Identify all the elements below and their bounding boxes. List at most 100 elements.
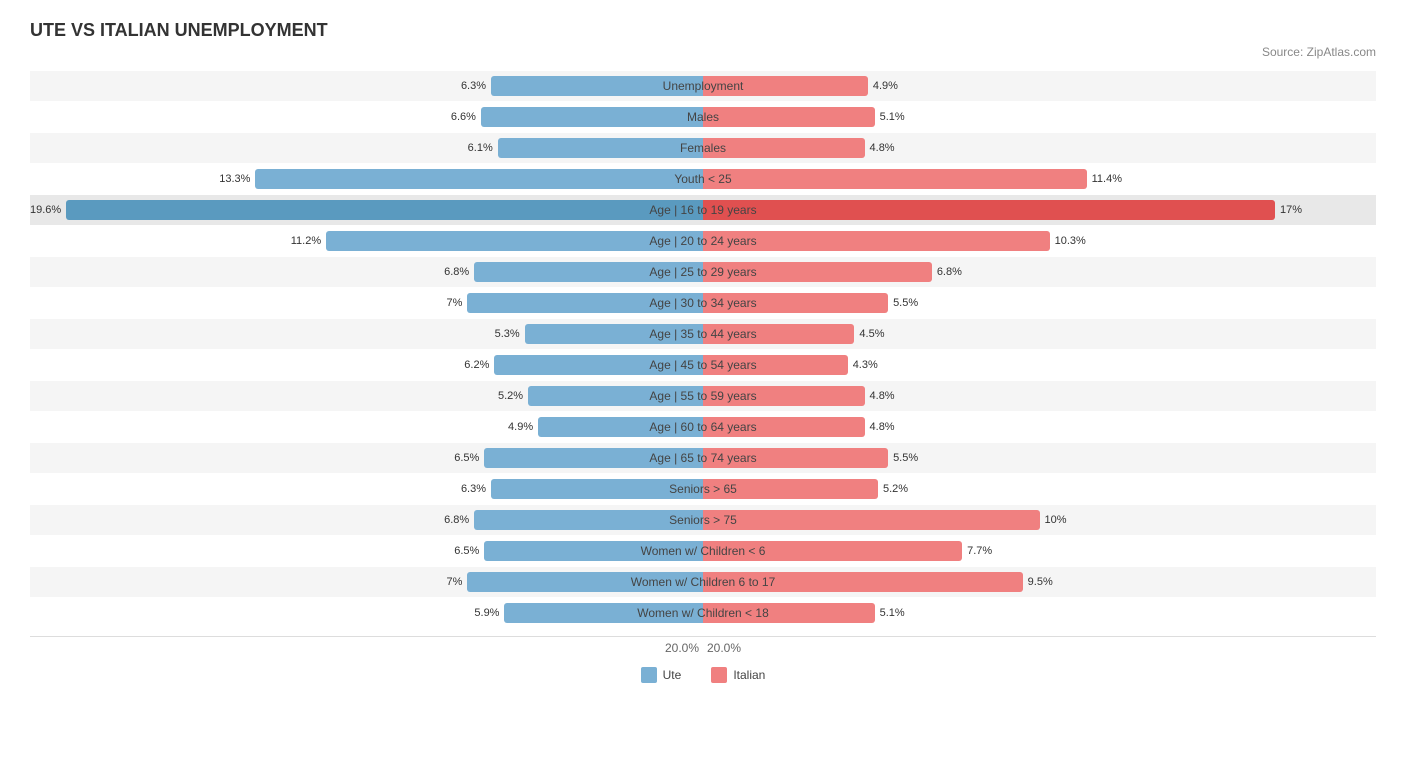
italian-bar bbox=[703, 293, 888, 313]
chart-row: 5.3% Age | 35 to 44 years 4.5% bbox=[30, 319, 1376, 349]
ute-value: 7% bbox=[447, 297, 468, 309]
italian-value: 4.3% bbox=[848, 359, 878, 371]
italian-value: 17% bbox=[1275, 204, 1302, 216]
italian-value: 5.1% bbox=[875, 111, 905, 123]
chart-area: 6.3% Unemployment 4.9% 6.6% Males 5.1% 6… bbox=[30, 71, 1376, 683]
left-half: 6.6% bbox=[30, 104, 703, 130]
right-half: 4.9% bbox=[703, 73, 1376, 99]
legend-ute-label: Ute bbox=[663, 668, 682, 682]
ute-bar bbox=[474, 510, 703, 530]
ute-value: 5.9% bbox=[474, 607, 504, 619]
left-half: 6.8% bbox=[30, 259, 703, 285]
ute-value: 6.5% bbox=[454, 452, 484, 464]
ute-bar bbox=[326, 231, 703, 251]
right-half: 7.7% bbox=[703, 538, 1376, 564]
left-half: 6.8% bbox=[30, 507, 703, 533]
left-half: 6.5% bbox=[30, 538, 703, 564]
axis-left-label: 20.0% bbox=[30, 641, 703, 655]
right-half: 5.5% bbox=[703, 445, 1376, 471]
italian-value: 5.5% bbox=[888, 297, 918, 309]
italian-bar bbox=[703, 603, 875, 623]
italian-bar bbox=[703, 541, 962, 561]
ute-value: 6.6% bbox=[451, 111, 481, 123]
italian-bar bbox=[703, 76, 868, 96]
italian-bar bbox=[703, 448, 888, 468]
ute-value: 5.3% bbox=[495, 328, 525, 340]
chart-title: UTE VS ITALIAN UNEMPLOYMENT bbox=[30, 20, 1376, 41]
left-half: 13.3% bbox=[30, 166, 703, 192]
chart-row: 6.5% Age | 65 to 74 years 5.5% bbox=[30, 443, 1376, 473]
ute-bar bbox=[491, 76, 703, 96]
right-half: 5.5% bbox=[703, 290, 1376, 316]
right-half: 10% bbox=[703, 507, 1376, 533]
italian-bar bbox=[703, 169, 1087, 189]
legend: Ute Italian bbox=[30, 667, 1376, 683]
ute-value: 6.1% bbox=[468, 142, 498, 154]
italian-bar bbox=[703, 107, 875, 127]
ute-value: 6.2% bbox=[464, 359, 494, 371]
ute-bar bbox=[484, 448, 703, 468]
left-half: 4.9% bbox=[30, 414, 703, 440]
left-half: 11.2% bbox=[30, 228, 703, 254]
italian-bar bbox=[703, 262, 932, 282]
ute-bar bbox=[538, 417, 703, 437]
chart-row: 6.6% Males 5.1% bbox=[30, 102, 1376, 132]
ute-bar bbox=[255, 169, 703, 189]
italian-value: 10.3% bbox=[1050, 235, 1086, 247]
ute-bar bbox=[481, 107, 703, 127]
ute-bar bbox=[525, 324, 703, 344]
right-half: 11.4% bbox=[703, 166, 1376, 192]
ute-value: 13.3% bbox=[219, 173, 255, 185]
italian-bar bbox=[703, 417, 865, 437]
ute-value: 11.2% bbox=[291, 235, 326, 247]
ute-bar bbox=[66, 200, 703, 220]
chart-row: 5.2% Age | 55 to 59 years 4.8% bbox=[30, 381, 1376, 411]
legend-ute-box bbox=[641, 667, 657, 683]
italian-value: 10% bbox=[1040, 514, 1067, 526]
italian-bar bbox=[703, 355, 848, 375]
chart-rows: 6.3% Unemployment 4.9% 6.6% Males 5.1% 6… bbox=[30, 71, 1376, 628]
chart-row: 11.2% Age | 20 to 24 years 10.3% bbox=[30, 226, 1376, 256]
italian-value: 11.4% bbox=[1087, 173, 1122, 185]
ute-bar bbox=[504, 603, 703, 623]
chart-row: 7% Women w/ Children 6 to 17 9.5% bbox=[30, 567, 1376, 597]
italian-bar bbox=[703, 324, 854, 344]
source-label: Source: ZipAtlas.com bbox=[30, 45, 1376, 59]
left-half: 5.9% bbox=[30, 600, 703, 626]
left-half: 6.1% bbox=[30, 135, 703, 161]
left-half: 5.2% bbox=[30, 383, 703, 409]
italian-bar bbox=[703, 200, 1275, 220]
italian-value: 5.1% bbox=[875, 607, 905, 619]
chart-row: 6.3% Unemployment 4.9% bbox=[30, 71, 1376, 101]
chart-row: 6.8% Seniors > 75 10% bbox=[30, 505, 1376, 535]
italian-bar bbox=[703, 510, 1040, 530]
right-half: 5.1% bbox=[703, 104, 1376, 130]
ute-value: 6.5% bbox=[454, 545, 484, 557]
left-half: 19.6% bbox=[30, 197, 703, 223]
left-half: 7% bbox=[30, 569, 703, 595]
ute-value: 7% bbox=[447, 576, 468, 588]
chart-row: 5.9% Women w/ Children < 18 5.1% bbox=[30, 598, 1376, 628]
ute-bar bbox=[528, 386, 703, 406]
italian-value: 4.5% bbox=[854, 328, 884, 340]
chart-row: 6.1% Females 4.8% bbox=[30, 133, 1376, 163]
ute-value: 4.9% bbox=[508, 421, 538, 433]
ute-bar bbox=[484, 541, 703, 561]
chart-row: 4.9% Age | 60 to 64 years 4.8% bbox=[30, 412, 1376, 442]
left-half: 6.5% bbox=[30, 445, 703, 471]
ute-value: 6.8% bbox=[444, 514, 474, 526]
left-half: 6.2% bbox=[30, 352, 703, 378]
italian-value: 5.5% bbox=[888, 452, 918, 464]
italian-value: 4.8% bbox=[865, 142, 895, 154]
left-half: 6.3% bbox=[30, 73, 703, 99]
ute-bar bbox=[474, 262, 703, 282]
right-half: 17% bbox=[703, 197, 1376, 223]
ute-value: 5.2% bbox=[498, 390, 528, 402]
italian-value: 5.2% bbox=[878, 483, 908, 495]
chart-row: 19.6% Age | 16 to 19 years 17% bbox=[30, 195, 1376, 225]
axis-row: 20.0% 20.0% bbox=[30, 636, 1376, 659]
page-container: UTE VS ITALIAN UNEMPLOYMENT Source: ZipA… bbox=[30, 20, 1376, 683]
right-half: 4.5% bbox=[703, 321, 1376, 347]
axis-right-label: 20.0% bbox=[703, 641, 1376, 655]
legend-italian-box bbox=[711, 667, 727, 683]
